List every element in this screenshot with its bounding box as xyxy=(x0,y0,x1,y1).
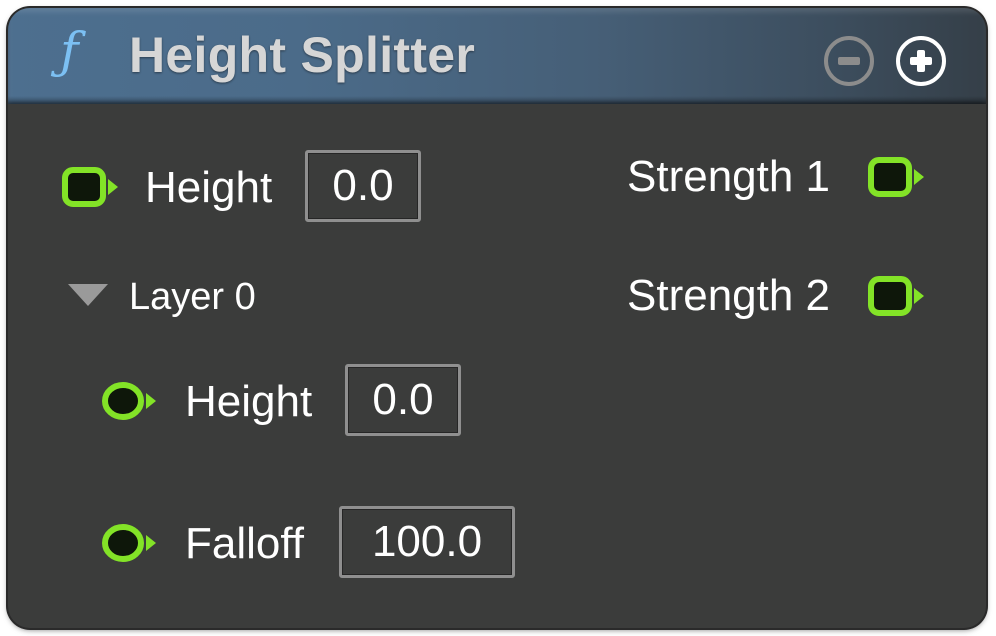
layer-height-value-field[interactable]: 0.0 xyxy=(345,364,461,436)
plus-circle-icon-vertical xyxy=(917,50,925,72)
height-splitter-node[interactable]: ƒ Height Splitter Height 0.0 Strength 1 … xyxy=(8,8,986,628)
height-input-pin[interactable] xyxy=(62,167,118,207)
round-pin-icon xyxy=(102,382,156,420)
layer-height-input-pin[interactable] xyxy=(102,381,158,421)
square-pin-icon xyxy=(62,167,118,207)
strength-2-output-pin[interactable] xyxy=(868,276,924,316)
node-title: Height Splitter xyxy=(129,27,476,83)
height-value-field[interactable]: 0.0 xyxy=(305,150,421,222)
square-pin-icon xyxy=(868,276,924,316)
function-icon: ƒ xyxy=(60,22,79,80)
strength-1-label: Strength 1 xyxy=(627,152,831,201)
node-header[interactable]: ƒ Height Splitter xyxy=(8,8,986,104)
layer-height-label: Height xyxy=(185,377,313,426)
falloff-input-pin[interactable] xyxy=(102,523,158,563)
layer-0-label[interactable]: Layer 0 xyxy=(129,278,256,316)
strength-2-label: Strength 2 xyxy=(627,271,831,320)
minus-circle-icon xyxy=(838,57,860,65)
falloff-value-field[interactable]: 100.0 xyxy=(339,506,515,578)
round-pin-icon xyxy=(102,524,156,562)
square-pin-icon xyxy=(868,157,924,197)
collapse-pins-button[interactable] xyxy=(824,36,874,86)
expand-triangle-icon[interactable] xyxy=(68,284,108,306)
falloff-label: Falloff xyxy=(185,519,305,568)
add-pin-button[interactable] xyxy=(896,36,946,86)
strength-1-output-pin[interactable] xyxy=(868,157,924,197)
height-label: Height xyxy=(145,163,273,212)
